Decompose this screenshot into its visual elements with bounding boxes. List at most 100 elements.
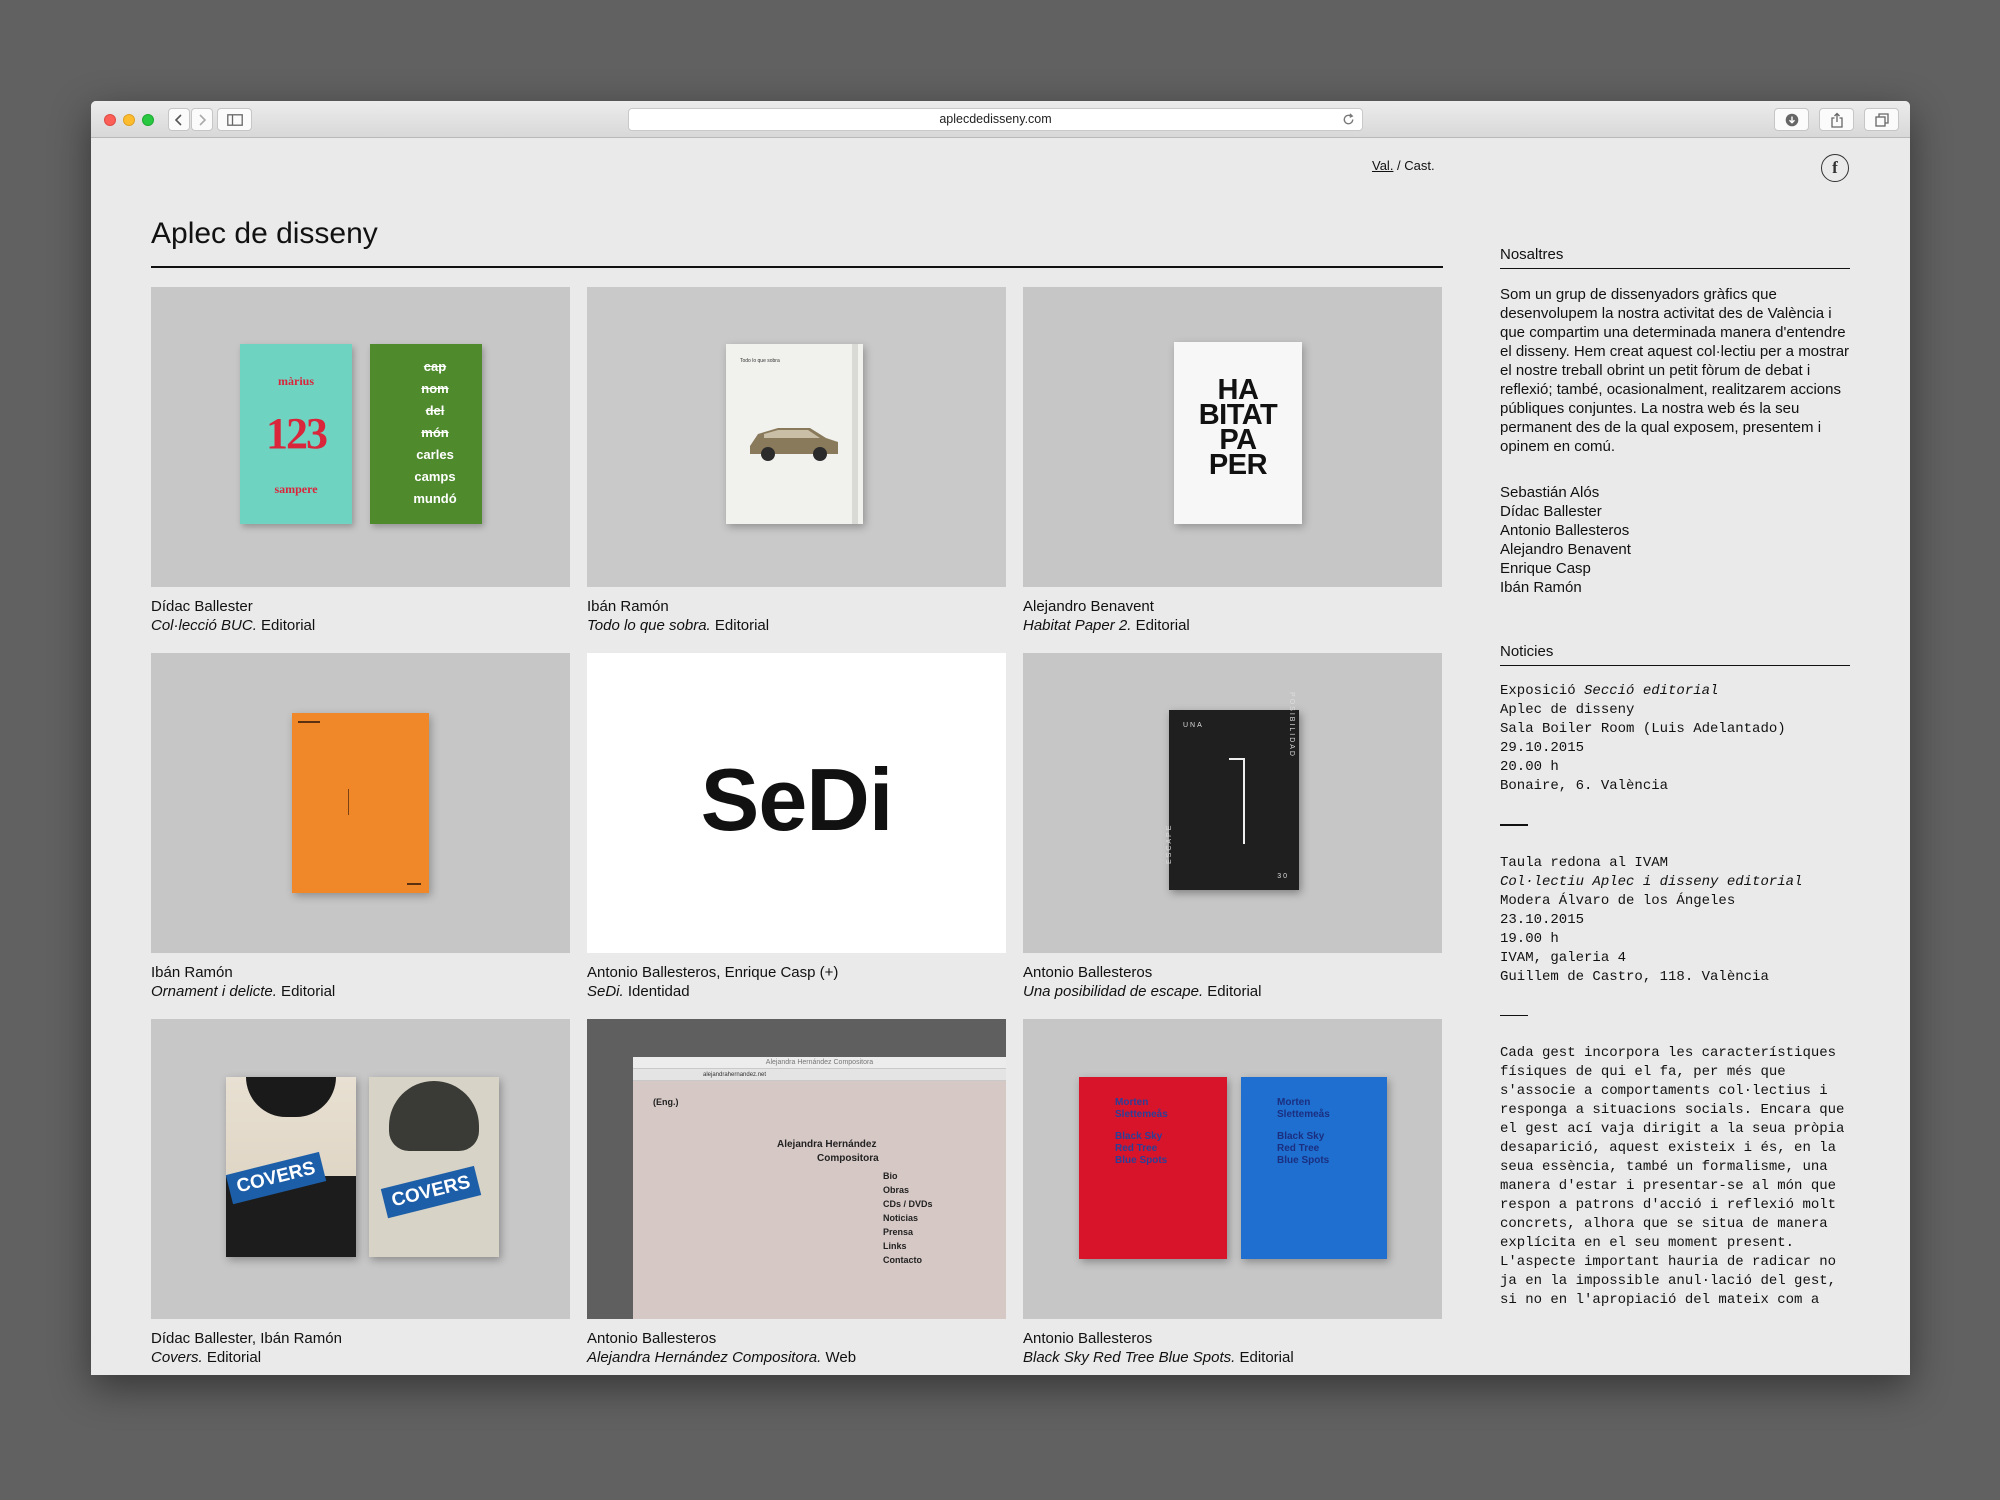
tabs-overview-button[interactable] — [1864, 108, 1899, 131]
project-title: Ornament i delicte. — [151, 983, 277, 1000]
project-type: Editorial — [710, 617, 770, 634]
project-thumbnail[interactable]: Alejandra Hernández Compositora alejandr… — [587, 1019, 1006, 1319]
sidebar: Nosaltres Som un grup de dissenyadors gr… — [1500, 246, 1850, 1310]
book-cover-red: Morten Slettemeås Black Sky Red Tree Blu… — [1079, 1077, 1227, 1259]
book-line: Slettemeås — [1277, 1109, 1330, 1120]
news-event-title: Col·lectiu Aplec i disseny editorial — [1500, 873, 1803, 890]
project-caption[interactable]: Ibán Ramón Todo lo que sobra. Editorial — [587, 597, 1006, 635]
minimize-window-button[interactable] — [123, 114, 135, 126]
covers-label: COVERS — [225, 1151, 327, 1205]
close-window-button[interactable] — [104, 114, 116, 126]
project-type: Editorial — [1235, 1349, 1294, 1366]
address-bar[interactable]: aplecdedisseny.com — [628, 108, 1363, 131]
project-caption[interactable]: Antonio Ballesteros, Enrique Casp (+) Se… — [587, 963, 1006, 1001]
project-caption[interactable]: Antonio Ballesteros Una posibilidad de e… — [1023, 963, 1442, 1001]
news-line: Sala Boiler Room (Luis Adelantado) — [1500, 721, 1786, 737]
project-thumbnail[interactable]: Morten Slettemeås Black Sky Red Tree Blu… — [1023, 1019, 1442, 1319]
book-number: 123 — [266, 409, 328, 458]
project-card[interactable]: Todo lo que sobra Ibán Ramón Todo lo que… — [587, 287, 1006, 635]
project-card[interactable]: màrius 123 sampere cap nom del món carle… — [151, 287, 570, 635]
site-title[interactable]: Aplec de disseny — [151, 217, 378, 251]
project-author: Ibán Ramón — [587, 598, 669, 615]
book-word: mundó — [413, 491, 457, 506]
language-switch: Val. / Cast. — [1372, 158, 1435, 173]
url-text: aplecdedisseny.com — [939, 112, 1052, 126]
book-word: món — [421, 425, 449, 440]
lang-separator: / — [1393, 158, 1405, 173]
share-button[interactable] — [1819, 108, 1854, 131]
download-icon — [1785, 113, 1798, 126]
book-line: Black Sky — [1277, 1131, 1325, 1142]
tabs-icon — [1874, 112, 1889, 127]
book-cover-ornament — [292, 713, 429, 893]
sidebar-toggle-button[interactable] — [217, 108, 252, 131]
news-line: Aplec de disseny — [1500, 702, 1635, 718]
project-card[interactable]: UNA POSIBILIDAD ESCAPE 30 Antonio Balles… — [1023, 653, 1442, 1001]
news-time: 19.00 h — [1500, 930, 1559, 947]
browser-toolbar: aplecdedisseny.com — [91, 101, 1910, 138]
project-caption[interactable]: Dídac Ballester Col·lecció BUC. Editoria… — [151, 597, 570, 635]
website-menu-item: Obras — [883, 1185, 910, 1195]
project-card[interactable]: SeDi Antonio Ballesteros, Enrique Casp (… — [587, 653, 1006, 1001]
lang-valencian-link[interactable]: Val. — [1372, 158, 1393, 173]
project-thumbnail[interactable]: màrius 123 sampere cap nom del món carle… — [151, 287, 570, 587]
project-type: Editorial — [1131, 617, 1190, 634]
book-line: Red Tree — [1115, 1143, 1158, 1154]
project-caption[interactable]: Antonio Ballesteros Alejandra Hernández … — [587, 1329, 1006, 1367]
sedi-logo: SeDi — [700, 750, 894, 849]
project-card[interactable]: Ibán Ramón Ornament i delicte. Editorial — [151, 653, 570, 1001]
facebook-icon[interactable]: f — [1821, 154, 1849, 182]
project-card[interactable]: HA BITAT PA PER Alejandro Benavent Habit… — [1023, 287, 1442, 635]
downloads-button[interactable] — [1774, 108, 1809, 131]
book-word: ESCAPE — [1166, 823, 1173, 864]
project-thumbnail[interactable]: Todo lo que sobra — [587, 287, 1006, 587]
portrait-hair — [389, 1081, 479, 1151]
project-title: Habitat Paper 2. — [1023, 617, 1132, 634]
zoom-window-button[interactable] — [142, 114, 154, 126]
news-line: IVAM, galeria 4 — [1500, 949, 1627, 966]
book-word: cap — [423, 359, 447, 374]
project-title: SeDi. — [587, 983, 624, 1000]
project-card[interactable]: COVERS COVERS Dídac Ballester, Ibán Ramó… — [151, 1019, 570, 1367]
project-thumbnail[interactable] — [151, 653, 570, 953]
project-title: Una posibilidad de escape. — [1023, 983, 1204, 1000]
lang-castilian-link[interactable]: Cast. — [1404, 158, 1434, 173]
project-caption[interactable]: Alejandro Benavent Habitat Paper 2. Edit… — [1023, 597, 1442, 635]
website-menu-item: Contacto — [883, 1255, 922, 1265]
member-name: Dídac Ballester — [1500, 503, 1602, 520]
website-menu-item: Bio — [883, 1171, 898, 1181]
project-thumbnail[interactable]: UNA POSIBILIDAD ESCAPE 30 — [1023, 653, 1442, 953]
member-name: Antonio Ballesteros — [1500, 522, 1630, 539]
project-thumbnail[interactable]: SeDi — [587, 653, 1006, 953]
news-time: 20.00 h — [1500, 759, 1559, 775]
project-author: Antonio Ballesteros, Enrique Casp (+) — [587, 964, 839, 981]
website-url: alejandrahernandez.net — [633, 1069, 1006, 1081]
project-caption[interactable]: Ibán Ramón Ornament i delicte. Editorial — [151, 963, 570, 1001]
project-caption[interactable]: Dídac Ballester, Ibán Ramón Covers. Edit… — [151, 1329, 570, 1367]
project-type: Editorial — [202, 1349, 262, 1366]
book-line: Morten — [1277, 1097, 1311, 1108]
member-name: Alejandro Benavent — [1500, 541, 1631, 558]
project-type: Editorial — [1203, 983, 1262, 1000]
book-line: Blue Spots — [1277, 1155, 1330, 1166]
book-author-top: màrius — [278, 374, 314, 388]
project-thumbnail[interactable]: COVERS COVERS — [151, 1019, 570, 1319]
project-caption[interactable]: Antonio Ballesteros Black Sky Red Tree B… — [1023, 1329, 1442, 1367]
book-spine — [852, 344, 858, 524]
book-word: nom — [421, 381, 449, 396]
project-card[interactable]: Morten Slettemeås Black Sky Red Tree Blu… — [1023, 1019, 1442, 1367]
portrait-hair — [246, 1077, 336, 1117]
project-card[interactable]: Alejandra Hernández Compositora alejandr… — [587, 1019, 1006, 1367]
reload-icon[interactable] — [1341, 112, 1356, 127]
book-word: del — [425, 403, 445, 418]
book-cover-cap-nom: cap nom del món carles camps mundó — [370, 344, 482, 524]
forward-button[interactable] — [191, 108, 213, 131]
back-button[interactable] — [168, 108, 190, 131]
title-divider — [151, 266, 1443, 268]
project-author: Ibán Ramón — [151, 964, 233, 981]
about-text: Som un grup de dissenyadors gràfics que … — [1500, 286, 1850, 455]
project-thumbnail[interactable]: HA BITAT PA PER — [1023, 287, 1442, 587]
project-author: Antonio Ballesteros — [1023, 1330, 1153, 1347]
member-name: Ibán Ramón — [1500, 579, 1582, 596]
project-author: Antonio Ballesteros — [587, 1330, 717, 1347]
